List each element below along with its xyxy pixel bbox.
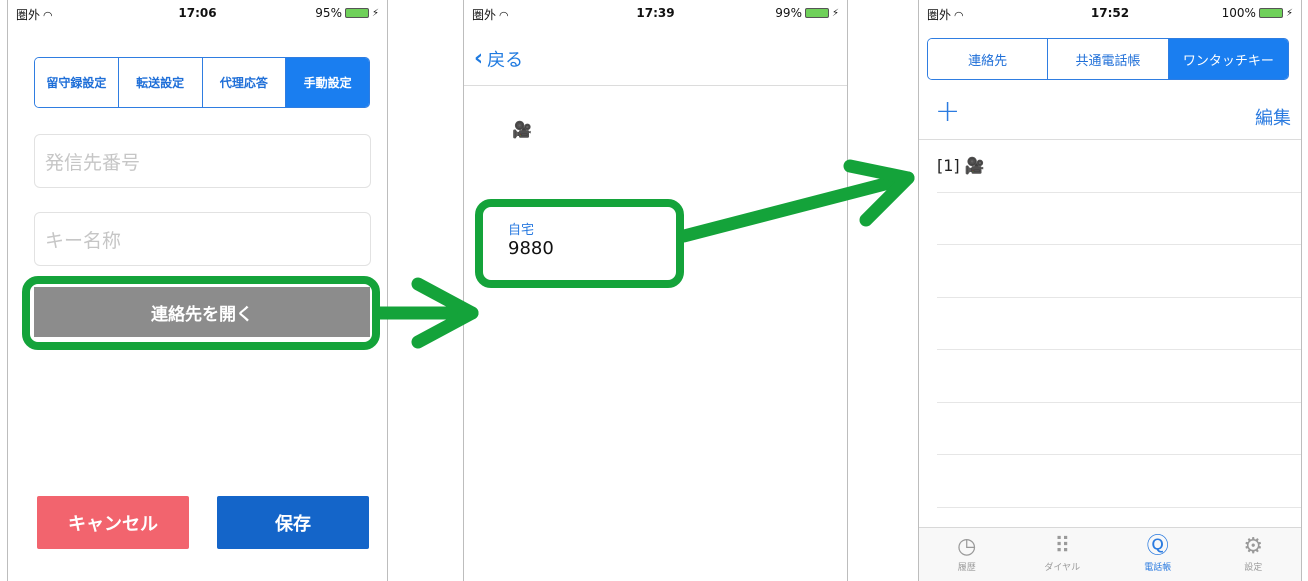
arrow-step-2 [677, 159, 915, 243]
arrow-step-1 [373, 277, 479, 349]
flow-arrows [373, 159, 915, 349]
